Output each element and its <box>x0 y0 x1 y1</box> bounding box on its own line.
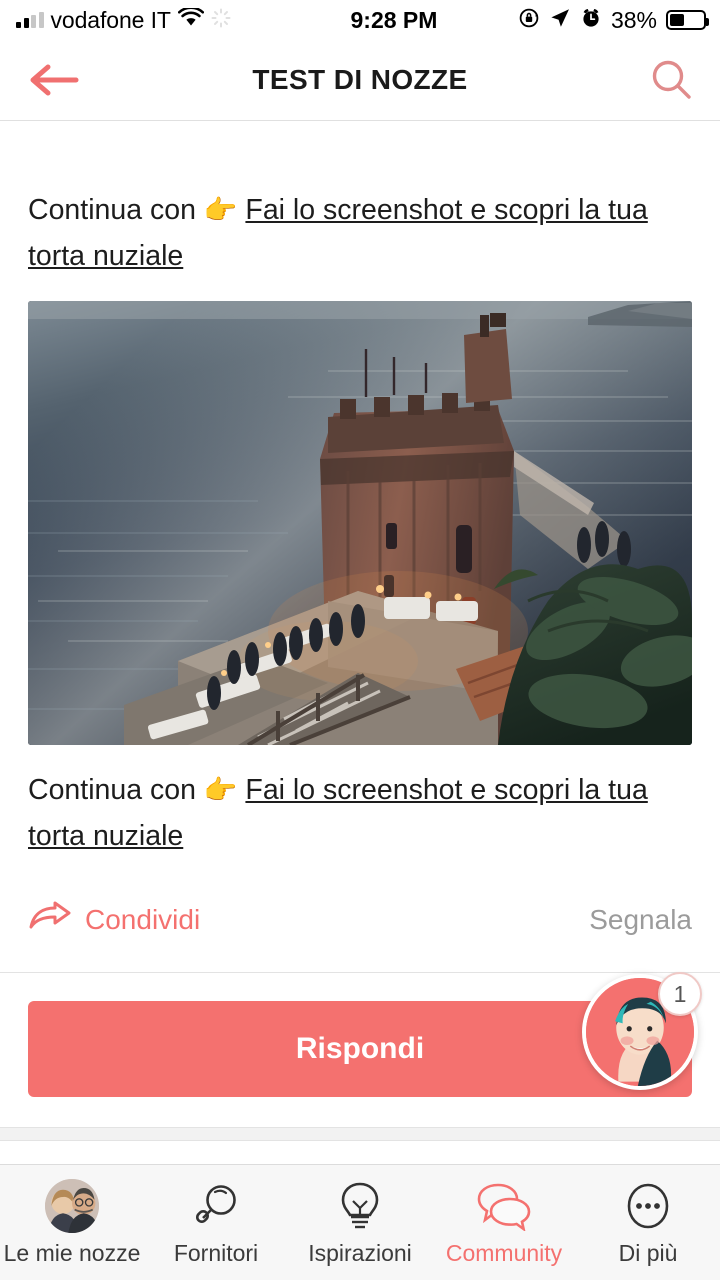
status-bar-right: 38% <box>518 7 720 34</box>
post-actions: Condividi Segnala <box>28 901 692 972</box>
post-text-prefix-2: Continua con <box>28 774 204 806</box>
tab-label-fornitori: Fornitori <box>173 1240 259 1266</box>
status-time: 9:28 PM <box>350 6 438 33</box>
truncated-content-marker: *** <box>0 121 720 135</box>
rotation-lock-icon <box>518 7 540 34</box>
location-arrow-icon <box>549 7 571 34</box>
post-image[interactable] <box>28 301 692 745</box>
post-text-prefix: Continua con <box>28 194 204 226</box>
app-screen: vodafone IT 9:28 PM 38% TEST DI NOZZE Co… <box>0 0 720 1280</box>
share-arrow-icon <box>28 901 72 938</box>
post-text-bottom: Continua con 👉 Fai lo screenshot e scopr… <box>28 767 692 859</box>
signal-bars-icon <box>16 12 44 28</box>
page-title: TEST DI NOZZE <box>252 64 468 95</box>
back-arrow-icon[interactable] <box>26 60 80 100</box>
tab-fornitori[interactable]: Fornitori <box>144 1165 288 1280</box>
tab-community[interactable]: Community <box>432 1165 576 1280</box>
post-text-top: Continua con 👉 Fai lo screenshot e scopr… <box>28 187 692 279</box>
section-gap-band <box>0 1127 720 1141</box>
thread-scroll-area[interactable]: *** Continua con 👉 Fai lo screenshot e s… <box>0 120 720 1207</box>
magnifier-icon <box>191 1178 241 1234</box>
share-label: Condividi <box>85 903 201 935</box>
bottom-tab-bar: Le mie nozze Fornitori Ispirazioni Commu… <box>0 1164 720 1280</box>
battery-percent-label: 38% <box>610 6 657 33</box>
status-bar-left: vodafone IT <box>0 6 270 34</box>
lightbulb-icon <box>337 1178 383 1234</box>
floating-assistant-button[interactable]: 1 <box>582 972 702 1090</box>
status-bar-center: 9:28 PM <box>270 7 518 34</box>
tab-label-le-mie-nozze: Le mie nozze <box>3 1240 141 1266</box>
tab-label-di-piu: Di più <box>618 1240 678 1266</box>
carrier-label: vodafone IT <box>50 6 171 33</box>
status-bar: vodafone IT 9:28 PM 38% <box>0 0 720 40</box>
pointing-hand-emoji: 👉 <box>203 195 238 225</box>
alarm-clock-icon <box>580 7 602 34</box>
search-icon[interactable] <box>648 57 694 103</box>
battery-icon <box>666 10 709 30</box>
tab-le-mie-nozze[interactable]: Le mie nozze <box>0 1165 144 1280</box>
couple-photo-avatar <box>45 1178 99 1234</box>
chat-bubbles-icon <box>476 1178 532 1234</box>
more-dots-icon <box>624 1178 672 1234</box>
tab-ispirazioni[interactable]: Ispirazioni <box>288 1165 432 1280</box>
wifi-icon <box>177 6 204 32</box>
tab-di-piu[interactable]: Di più <box>576 1165 720 1280</box>
report-button[interactable]: Segnala <box>589 904 692 936</box>
tab-label-ispirazioni: Ispirazioni <box>308 1240 412 1266</box>
assistant-badge: 1 <box>658 972 702 1016</box>
sync-spinner-icon <box>211 8 231 33</box>
post-body: Continua con 👉 Fai lo screenshot e scopr… <box>0 187 720 972</box>
app-header: TEST DI NOZZE <box>0 40 720 120</box>
tab-label-community: Community <box>445 1240 563 1266</box>
pointing-hand-emoji-2: 👉 <box>203 775 238 805</box>
share-button[interactable]: Condividi <box>28 901 200 938</box>
